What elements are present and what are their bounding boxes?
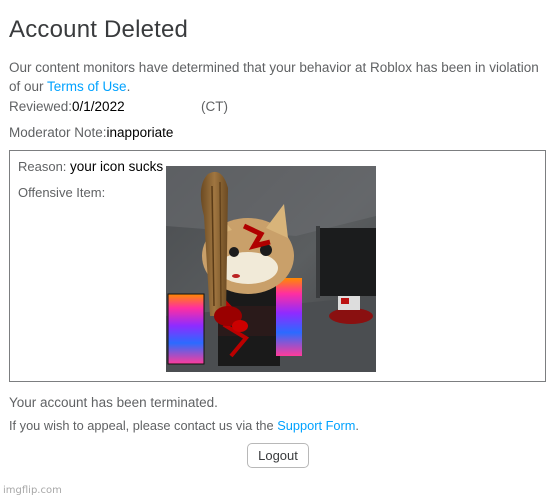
message-period: . [126,79,131,94]
reviewed-label: Reviewed: [9,99,73,114]
offensive-item-label: Offensive Item: [18,185,106,200]
violation-details-box: Reason: your icon sucks Offensive Item: [9,150,546,382]
offensive-item-image [166,166,376,372]
reviewed-timezone: (CT) [201,99,228,114]
right-arm [276,278,302,356]
reason-label: Reason: [18,159,67,174]
dark-doorway [318,228,376,296]
moderator-note-label: Moderator Note: [9,125,107,140]
terminated-message: Your account has been terminated. [9,395,218,410]
appeal-period: . [355,418,359,433]
reviewed-date: 0/1/2022 [72,99,125,114]
moderator-note-row: Moderator Note:inapporiate [9,125,173,140]
violation-message: Our content monitors have determined tha… [9,58,549,96]
moderator-note-value: inapporiate [106,125,174,140]
support-form-link[interactable]: Support Form [277,418,355,433]
appeal-message: If you wish to appeal, please contact us… [9,418,359,433]
reason-row: Reason: your icon sucks [18,159,163,174]
reviewed-row: Reviewed:0/1/2022 [9,99,125,114]
watermark: imgflip.com [3,485,62,496]
terms-of-use-link[interactable]: Terms of Use [47,79,127,94]
reason-value: your icon sucks [70,159,164,174]
appeal-text: If you wish to appeal, please contact us… [9,418,278,433]
left-arm [168,294,204,364]
page-title: Account Deleted [9,16,189,43]
logout-button[interactable]: Logout [247,443,309,468]
